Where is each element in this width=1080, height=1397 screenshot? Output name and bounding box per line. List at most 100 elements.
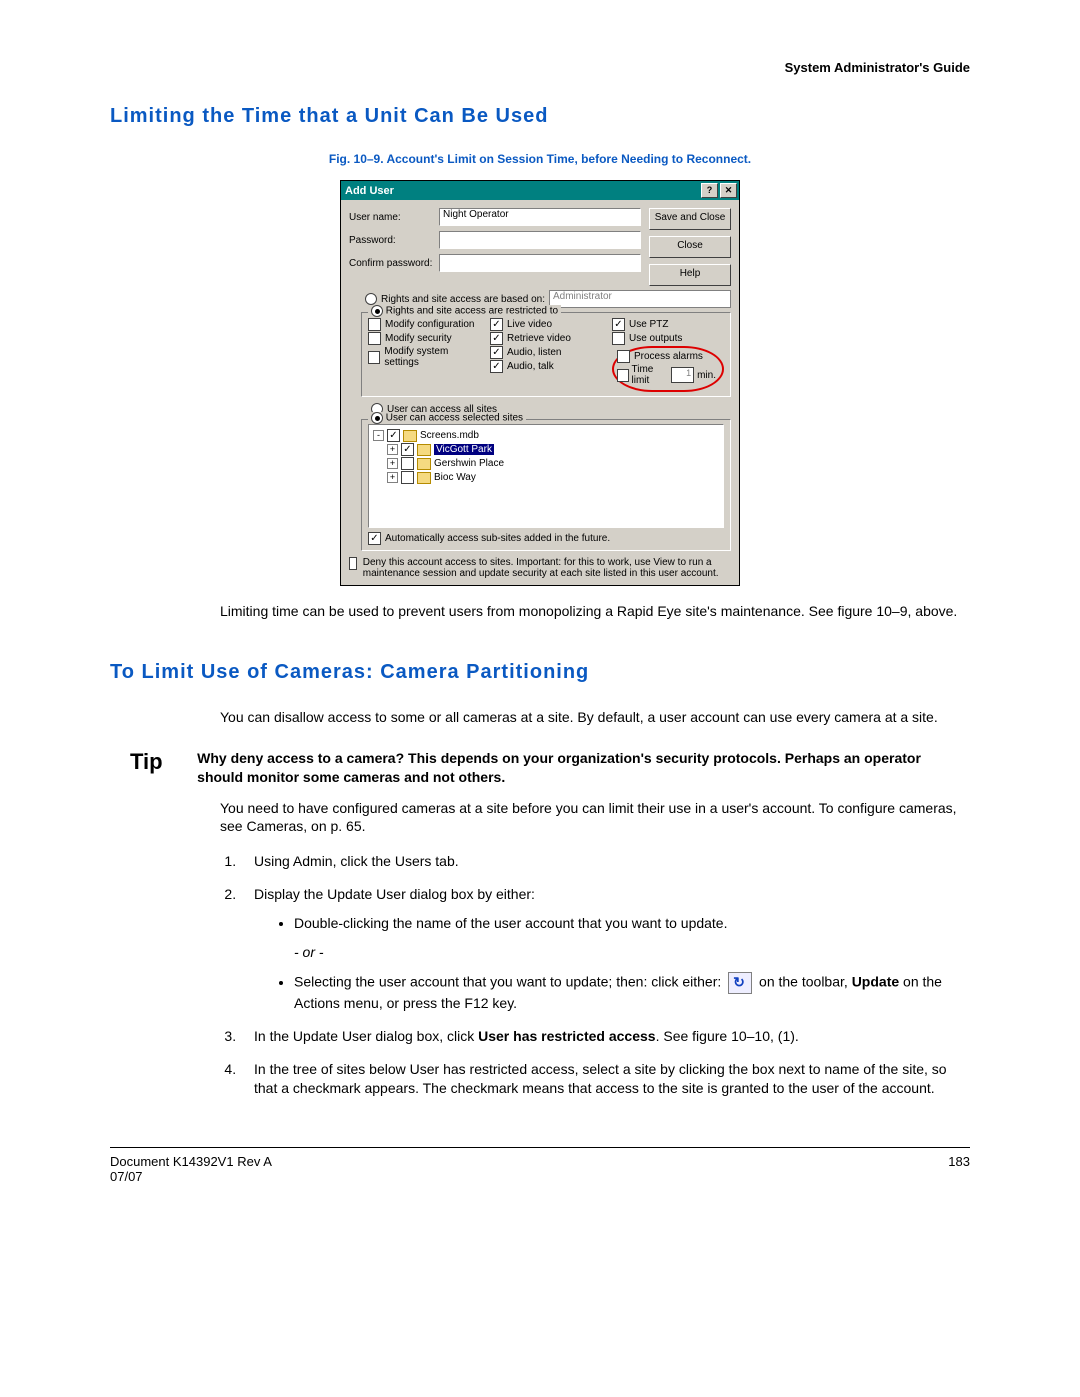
tree-root: Screens.mdb bbox=[420, 430, 479, 441]
confirm-label: Confirm password: bbox=[349, 258, 439, 269]
header-guide-title: System Administrator's Guide bbox=[110, 60, 970, 75]
update-toolbar-icon bbox=[728, 972, 752, 994]
chk-process-alarms[interactable] bbox=[617, 350, 630, 363]
chk-use-ptz[interactable] bbox=[612, 318, 625, 331]
step-2a: Double-clicking the name of the user acc… bbox=[294, 914, 970, 933]
help-button[interactable]: Help bbox=[649, 264, 731, 286]
chk-deny-access[interactable] bbox=[349, 557, 357, 570]
based-on-select[interactable]: Administrator bbox=[549, 290, 731, 308]
lbl-process-alarms: Process alarms bbox=[634, 351, 703, 362]
password-label: Password: bbox=[349, 235, 439, 246]
close-button[interactable]: Close bbox=[649, 236, 731, 258]
folder-icon bbox=[417, 472, 431, 484]
lbl-retrieve-video: Retrieve video bbox=[507, 333, 571, 344]
lbl-modify-security: Modify security bbox=[385, 333, 452, 344]
step-2-text: Display the Update User dialog box by ei… bbox=[254, 886, 535, 902]
chk-use-outputs[interactable] bbox=[612, 332, 625, 345]
lbl-deny-access: Deny this account access to sites. Impor… bbox=[363, 557, 731, 579]
radio-restricted[interactable] bbox=[371, 305, 383, 317]
step-2b-pre: Selecting the user account that you want… bbox=[294, 974, 721, 990]
confirm-input[interactable] bbox=[439, 254, 641, 272]
dialog-titlebar: Add User ? ✕ bbox=[341, 181, 739, 200]
tree-n3[interactable]: Bioc Way bbox=[434, 472, 476, 483]
chk-audio-talk[interactable] bbox=[490, 360, 503, 373]
username-input[interactable]: Night Operator bbox=[439, 208, 641, 226]
username-label: User name: bbox=[349, 212, 439, 223]
radio-based-on[interactable] bbox=[365, 293, 377, 305]
chk-auto-subsites[interactable] bbox=[368, 532, 381, 545]
restricted-label: Rights and site access are restricted to bbox=[386, 306, 558, 317]
restricted-group: Rights and site access are restricted to… bbox=[361, 312, 731, 397]
selected-sites-group: User can access selected sites -Screens.… bbox=[361, 419, 731, 551]
tree-chk-root[interactable] bbox=[387, 429, 400, 442]
lbl-live-video: Live video bbox=[507, 319, 552, 330]
tree-chk-n3[interactable] bbox=[401, 471, 414, 484]
figure-caption: Fig. 10–9. Account's Limit on Session Ti… bbox=[110, 152, 970, 166]
page-footer: Document K14392V1 Rev A 07/07 183 bbox=[110, 1147, 970, 1184]
section2-para2: You need to have configured cameras at a… bbox=[220, 799, 970, 837]
tree-n1[interactable]: VicGott Park bbox=[434, 444, 494, 455]
save-close-button[interactable]: Save and Close bbox=[649, 208, 731, 230]
step-2b-bold: Update bbox=[852, 974, 899, 990]
help-icon[interactable]: ? bbox=[701, 183, 718, 198]
chk-modify-security[interactable] bbox=[368, 332, 381, 345]
step-2b-post: on the toolbar, bbox=[759, 974, 852, 990]
close-icon[interactable]: ✕ bbox=[720, 183, 737, 198]
section1-paragraph: Limiting time can be used to prevent use… bbox=[220, 602, 970, 621]
time-limit-unit: min. bbox=[697, 370, 716, 381]
folder-icon bbox=[417, 458, 431, 470]
tree-chk-n2[interactable] bbox=[401, 457, 414, 470]
step-1: Using Admin, click the Users tab. bbox=[240, 852, 970, 871]
chk-time-limit[interactable] bbox=[617, 369, 629, 382]
tree-n2[interactable]: Gershwin Place bbox=[434, 458, 504, 469]
footer-page: 183 bbox=[948, 1154, 970, 1184]
expand-icon[interactable]: - bbox=[373, 430, 384, 441]
section-heading-2: To Limit Use of Cameras: Camera Partitio… bbox=[110, 661, 970, 684]
footer-date: 07/07 bbox=[110, 1169, 272, 1184]
lbl-use-ptz: Use PTZ bbox=[629, 319, 668, 330]
chk-retrieve-video[interactable] bbox=[490, 332, 503, 345]
footer-doc: Document K14392V1 Rev A bbox=[110, 1154, 272, 1169]
dialog-title-text: Add User bbox=[345, 185, 394, 197]
section2-intro: You can disallow access to some or all c… bbox=[220, 708, 970, 727]
step-3-post: . See figure 10–10, (1). bbox=[656, 1028, 799, 1044]
tip-text: Why deny access to a camera? This depend… bbox=[197, 749, 970, 787]
step-4: In the tree of sites below User has rest… bbox=[240, 1060, 970, 1098]
step-2b: Selecting the user account that you want… bbox=[294, 972, 970, 1013]
sites-tree[interactable]: - Screens.mdb + VicGott Park + Gershwin Pla… bbox=[368, 424, 724, 528]
step-3-bold: User has restricted access bbox=[478, 1028, 655, 1044]
section-heading-1: Limiting the Time that a Unit Can Be Use… bbox=[110, 105, 970, 128]
lbl-audio-listen: Audio, listen bbox=[507, 347, 561, 358]
tip-block: Tip Why deny access to a camera? This de… bbox=[130, 749, 970, 787]
lbl-auto-subsites: Automatically access sub-sites added in … bbox=[385, 533, 610, 544]
highlight-circle: Process alarms Time limit 1 min. bbox=[612, 346, 724, 392]
dialog-screenshot: Add User ? ✕ User name: Night Operator P… bbox=[110, 180, 970, 586]
or-separator: - or - bbox=[294, 943, 970, 962]
expand-icon[interactable]: + bbox=[387, 472, 398, 483]
lbl-selected-sites: User can access selected sites bbox=[386, 413, 523, 424]
expand-icon[interactable]: + bbox=[387, 458, 398, 469]
time-limit-value[interactable]: 1 bbox=[671, 367, 694, 383]
steps-list: Using Admin, click the Users tab. Displa… bbox=[220, 852, 970, 1097]
chk-modify-system[interactable] bbox=[368, 351, 380, 364]
lbl-modify-system: Modify system settings bbox=[384, 346, 480, 368]
step-2: Display the Update User dialog box by ei… bbox=[240, 885, 970, 1013]
chk-live-video[interactable] bbox=[490, 318, 503, 331]
add-user-dialog: Add User ? ✕ User name: Night Operator P… bbox=[340, 180, 740, 586]
chk-audio-listen[interactable] bbox=[490, 346, 503, 359]
radio-based-label: Rights and site access are based on: bbox=[381, 294, 545, 305]
radio-selected-sites[interactable] bbox=[371, 412, 383, 424]
expand-icon[interactable]: + bbox=[387, 444, 398, 455]
step-3: In the Update User dialog box, click Use… bbox=[240, 1027, 970, 1046]
step-3-pre: In the Update User dialog box, click bbox=[254, 1028, 478, 1044]
lbl-time-limit: Time limit bbox=[632, 364, 669, 386]
tip-label: Tip bbox=[130, 749, 197, 787]
password-input[interactable] bbox=[439, 231, 641, 249]
folder-icon bbox=[403, 430, 417, 442]
lbl-audio-talk: Audio, talk bbox=[507, 361, 554, 372]
tree-chk-n1[interactable] bbox=[401, 443, 414, 456]
lbl-use-outputs: Use outputs bbox=[629, 333, 682, 344]
chk-modify-config[interactable] bbox=[368, 318, 381, 331]
folder-icon bbox=[417, 444, 431, 456]
lbl-modify-config: Modify configuration bbox=[385, 319, 475, 330]
